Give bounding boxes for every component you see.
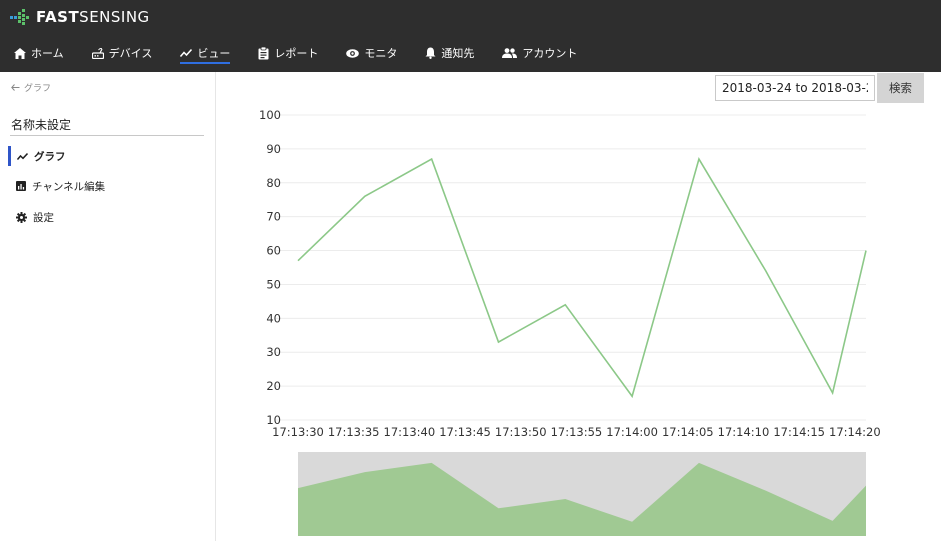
y-tick-label: 80 — [266, 176, 281, 190]
x-tick-label: 17:14:10 — [718, 425, 770, 439]
back-link[interactable]: グラフ — [11, 81, 51, 94]
x-tick-label: 17:13:35 — [328, 425, 380, 439]
y-tick-label: 90 — [266, 142, 281, 156]
eye-icon — [346, 48, 360, 58]
search-button[interactable]: 検索 — [877, 73, 924, 103]
nav-item-report[interactable]: レポート — [258, 40, 318, 66]
bar-chart-icon — [16, 181, 26, 191]
logo-text: FASTSENSING — [36, 8, 150, 26]
y-tick-label: 50 — [266, 277, 281, 291]
nav-item-label: モニタ — [364, 47, 398, 60]
home-icon — [14, 47, 26, 59]
nav-item-devices[interactable]: デバイス — [91, 40, 153, 66]
sidebar-item-channel-edit[interactable]: チャンネル編集 — [8, 176, 204, 196]
sidebar-item-settings[interactable]: 設定 — [8, 207, 204, 227]
trend-icon — [17, 152, 28, 160]
data-point[interactable] — [562, 302, 568, 308]
y-tick-label: 70 — [266, 210, 281, 224]
x-tick-label: 17:13:45 — [439, 425, 491, 439]
people-icon — [502, 48, 518, 58]
logo-text-light: SENSING — [79, 8, 150, 26]
nav-item-home[interactable]: ホーム — [14, 40, 64, 66]
y-tick-label: 100 — [259, 108, 281, 122]
nav-item-notify[interactable]: 通知先 — [425, 40, 474, 66]
sidebar-item-label: 設定 — [33, 211, 54, 224]
y-tick-label: 20 — [266, 379, 281, 393]
x-tick-label: 17:14:05 — [662, 425, 714, 439]
nav-item-label: アカウント — [522, 47, 578, 60]
chart-series — [295, 156, 869, 399]
chart-navigator[interactable] — [298, 452, 866, 536]
nav-item-account[interactable]: アカウント — [502, 40, 577, 66]
x-tick-label: 17:14:20 — [829, 425, 881, 439]
sidebar-item-graph[interactable]: グラフ — [8, 146, 204, 166]
data-point[interactable] — [830, 390, 836, 396]
nav-item-label: レポート — [274, 47, 319, 60]
x-tick-label: 17:13:30 — [272, 425, 324, 439]
x-axis: 17:13:30 17:13:35 17:13:40 17:13:45 17:13:50… — [272, 425, 881, 439]
x-tick-label: 17:13:40 — [384, 425, 436, 439]
nav-item-label: ホーム — [31, 47, 64, 60]
logo-text-bold: FAST — [36, 8, 80, 26]
trend-icon — [180, 48, 193, 57]
data-point[interactable] — [362, 193, 368, 199]
nav-item-label: 通知先 — [441, 47, 475, 60]
app-logo[interactable]: FASTSENSING — [10, 6, 150, 28]
y-axis: 102030405060708090100 — [259, 108, 281, 427]
sidebar-item-label: チャンネル編集 — [32, 180, 106, 193]
y-tick-label: 60 — [266, 244, 281, 258]
bell-icon — [425, 47, 436, 59]
back-link-label: グラフ — [24, 84, 52, 94]
nav-item-view[interactable]: ビュー — [180, 40, 231, 66]
series-line[interactable] — [297, 157, 867, 399]
arrow-left-icon — [11, 84, 20, 91]
x-tick-label: 17:13:55 — [551, 425, 603, 439]
x-tick-label: 17:13:50 — [495, 425, 547, 439]
top-bar: FASTSENSING ホーム デバイス ビュー レポート モニタ 通知先 アカ… — [0, 0, 941, 72]
data-point[interactable] — [863, 248, 869, 254]
sidebar-item-label: グラフ — [34, 150, 66, 163]
main-nav: ホーム デバイス ビュー レポート モニタ 通知先 アカウント — [0, 40, 591, 72]
data-point[interactable] — [295, 258, 301, 264]
date-range-input[interactable] — [715, 75, 875, 101]
x-tick-label: 17:14:15 — [773, 425, 825, 439]
x-tick-label: 17:14:00 — [606, 425, 658, 439]
data-point[interactable] — [629, 393, 635, 399]
nav-item-monitor[interactable]: モニタ — [346, 40, 397, 66]
y-tick-label: 30 — [266, 345, 281, 359]
data-point[interactable] — [696, 156, 702, 162]
logo-mark-icon — [10, 9, 29, 25]
page-title: 名称未設定 — [11, 118, 72, 132]
data-point[interactable] — [763, 268, 769, 274]
gear-icon — [16, 211, 27, 223]
data-point[interactable] — [495, 339, 501, 345]
router-icon — [91, 47, 104, 59]
clipboard-icon — [258, 46, 269, 59]
chart-grid — [276, 114, 866, 421]
nav-item-label: ビュー — [197, 47, 231, 60]
title-divider — [10, 135, 204, 136]
data-point[interactable] — [429, 156, 435, 162]
sidebar: グラフ 名称未設定 グラフ チャンネル編集 設定 — [0, 72, 216, 541]
y-tick-label: 40 — [266, 311, 281, 325]
nav-item-label: デバイス — [108, 47, 153, 60]
line-chart[interactable]: 102030405060708090100 17:13:30 17:13:35 17… — [216, 100, 941, 541]
